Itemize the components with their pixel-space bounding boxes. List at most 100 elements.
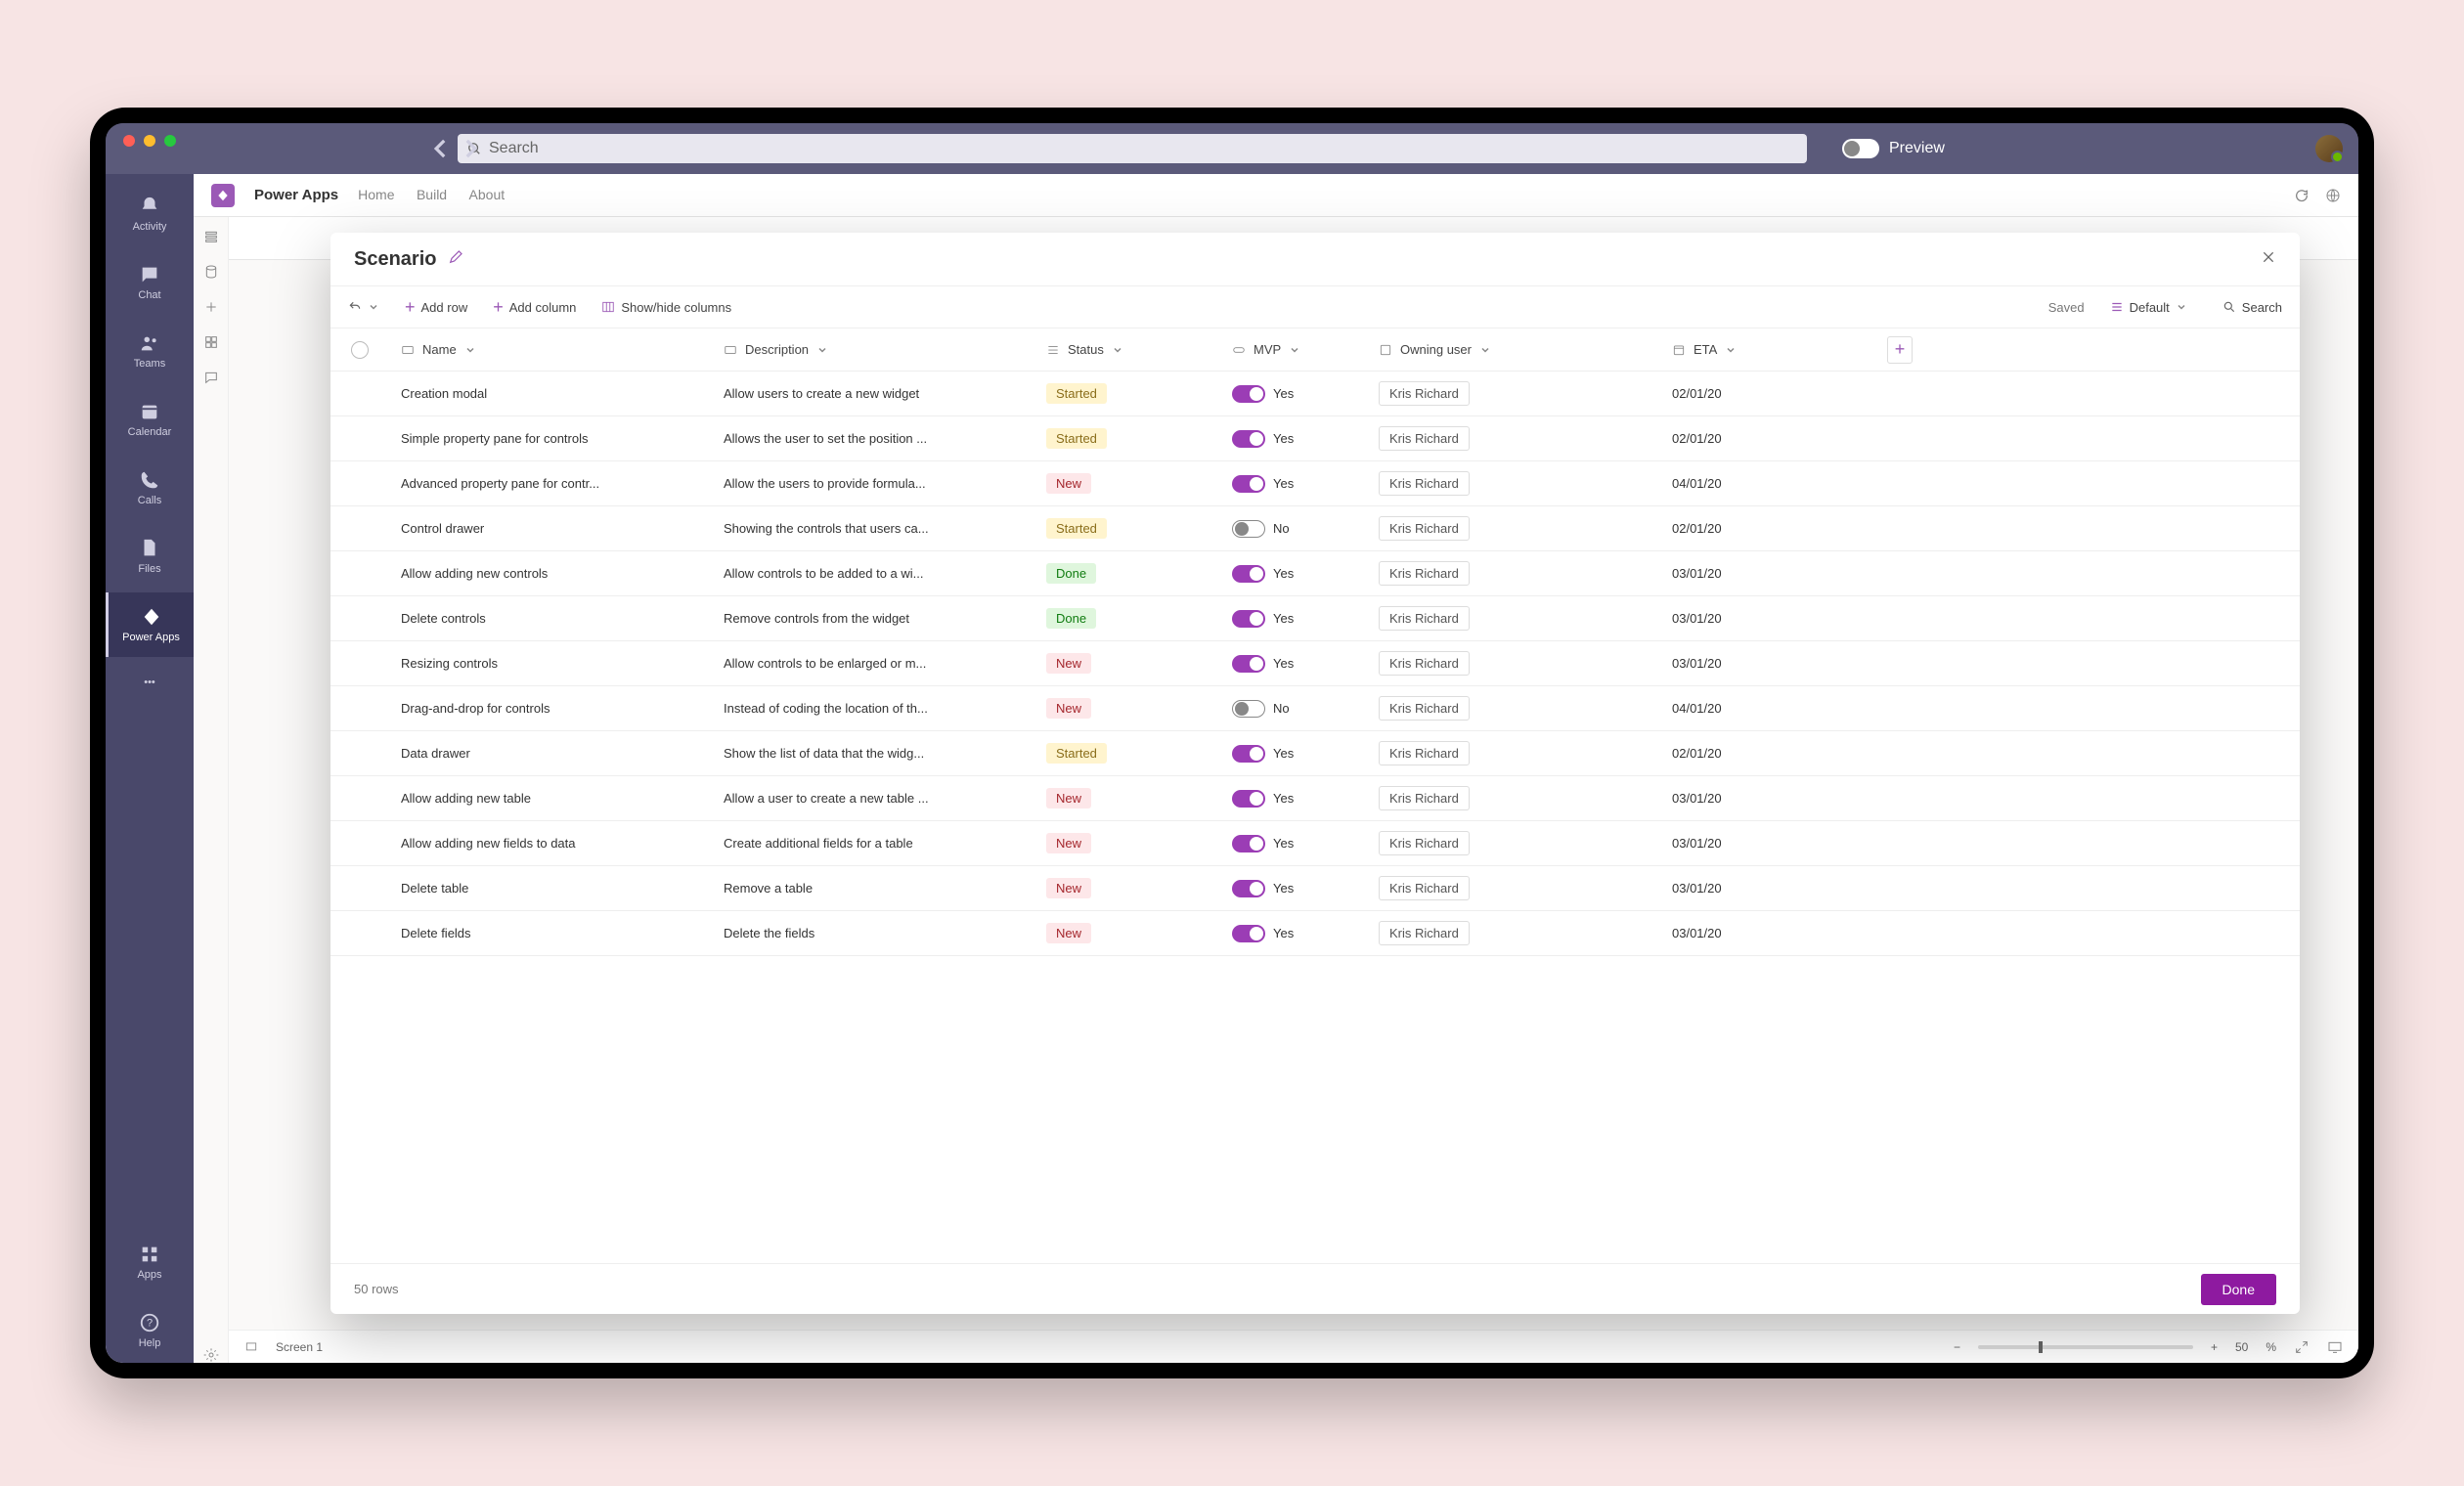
nav-about[interactable]: About	[469, 187, 506, 202]
cell-name[interactable]: Allow adding new fields to data	[389, 836, 712, 851]
user-chip[interactable]: Kris Richard	[1379, 651, 1470, 676]
show-hide-columns-button[interactable]: Show/hide columns	[592, 294, 741, 321]
cell-description[interactable]: Allow controls to be added to a wi...	[712, 566, 1034, 581]
user-chip[interactable]: Kris Richard	[1379, 471, 1470, 496]
cell-description[interactable]: Allow users to create a new widget	[712, 386, 1034, 401]
mvp-toggle[interactable]	[1232, 700, 1265, 718]
cell-description[interactable]: Show the list of data that the widg...	[712, 746, 1034, 761]
user-chip[interactable]: Kris Richard	[1379, 516, 1470, 541]
col-header-eta[interactable]: ETA	[1660, 342, 1875, 357]
cell-eta[interactable]: 02/01/20	[1660, 431, 1875, 446]
mvp-toggle[interactable]	[1232, 610, 1265, 628]
table-row[interactable]: Delete fieldsDelete the fieldsNewYesKris…	[330, 911, 2300, 956]
table-row[interactable]: Allow adding new fields to dataCreate ad…	[330, 821, 2300, 866]
monitor-icon[interactable]	[2327, 1339, 2343, 1355]
user-chip[interactable]: Kris Richard	[1379, 786, 1470, 810]
table-row[interactable]: Allow adding new tableAllow a user to cr…	[330, 776, 2300, 821]
user-chip[interactable]: Kris Richard	[1379, 921, 1470, 945]
tree-icon[interactable]	[203, 229, 219, 244]
select-all-checkbox[interactable]	[351, 341, 369, 359]
mvp-toggle[interactable]	[1232, 925, 1265, 942]
col-header-name[interactable]: Name	[389, 342, 712, 357]
mvp-toggle[interactable]	[1232, 880, 1265, 897]
rail-activity[interactable]: Activity	[106, 182, 194, 246]
user-avatar[interactable]	[2315, 135, 2343, 162]
table-row[interactable]: Simple property pane for controlsAllows …	[330, 416, 2300, 461]
user-chip[interactable]: Kris Richard	[1379, 561, 1470, 586]
minimize-window-icon[interactable]	[144, 135, 155, 147]
nav-forward-button[interactable]	[458, 136, 483, 161]
mvp-toggle[interactable]	[1232, 475, 1265, 493]
cell-description[interactable]: Allow a user to create a new table ...	[712, 791, 1034, 806]
cell-eta[interactable]: 03/01/20	[1660, 881, 1875, 896]
global-search-input[interactable]: Search	[458, 134, 1807, 163]
table-row[interactable]: Control drawerShowing the controls that …	[330, 506, 2300, 551]
rail-apps[interactable]: Apps	[106, 1230, 194, 1294]
rail-teams[interactable]: Teams	[106, 319, 194, 383]
table-row[interactable]: Resizing controlsAllow controls to be en…	[330, 641, 2300, 686]
mvp-toggle[interactable]	[1232, 520, 1265, 538]
user-chip[interactable]: Kris Richard	[1379, 876, 1470, 900]
zoom-slider[interactable]	[1978, 1345, 2193, 1349]
mvp-toggle[interactable]	[1232, 745, 1265, 763]
cell-description[interactable]: Delete the fields	[712, 926, 1034, 940]
cell-name[interactable]: Delete table	[389, 881, 712, 896]
cell-name[interactable]: Advanced property pane for contr...	[389, 476, 712, 491]
settings-icon[interactable]	[203, 1347, 219, 1363]
col-header-mvp[interactable]: MVP	[1220, 342, 1367, 357]
preview-toggle[interactable]	[1842, 139, 1879, 158]
mvp-toggle[interactable]	[1232, 565, 1265, 583]
chat-bubble-icon[interactable]	[203, 370, 219, 385]
cell-name[interactable]: Creation modal	[389, 386, 712, 401]
col-header-status[interactable]: Status	[1034, 342, 1220, 357]
cell-eta[interactable]: 03/01/20	[1660, 611, 1875, 626]
cell-name[interactable]: Allow adding new table	[389, 791, 712, 806]
table-row[interactable]: Creation modalAllow users to create a ne…	[330, 372, 2300, 416]
user-chip[interactable]: Kris Richard	[1379, 426, 1470, 451]
globe-icon[interactable]	[2325, 188, 2341, 203]
edit-title-button[interactable]	[448, 249, 463, 270]
status-badge[interactable]: New	[1046, 833, 1091, 853]
status-badge[interactable]: Started	[1046, 743, 1107, 764]
user-chip[interactable]: Kris Richard	[1379, 741, 1470, 765]
table-row[interactable]: Delete controlsRemove controls from the …	[330, 596, 2300, 641]
user-chip[interactable]: Kris Richard	[1379, 381, 1470, 406]
nav-home[interactable]: Home	[358, 187, 394, 202]
cell-eta[interactable]: 02/01/20	[1660, 521, 1875, 536]
add-row-button[interactable]: +Add row	[395, 291, 477, 324]
screen-name[interactable]: Screen 1	[276, 1340, 323, 1354]
mvp-toggle[interactable]	[1232, 385, 1265, 403]
nav-build[interactable]: Build	[417, 187, 447, 202]
cell-eta[interactable]: 02/01/20	[1660, 386, 1875, 401]
rail-calls[interactable]: Calls	[106, 456, 194, 520]
close-window-icon[interactable]	[123, 135, 135, 147]
undo-button[interactable]	[338, 294, 389, 320]
status-badge[interactable]: Done	[1046, 608, 1096, 629]
status-badge[interactable]: New	[1046, 923, 1091, 943]
zoom-out-button[interactable]: −	[1954, 1340, 1960, 1354]
status-badge[interactable]: Started	[1046, 518, 1107, 539]
done-button[interactable]: Done	[2201, 1274, 2276, 1305]
cell-eta[interactable]: 04/01/20	[1660, 476, 1875, 491]
cell-name[interactable]: Allow adding new controls	[389, 566, 712, 581]
maximize-window-icon[interactable]	[164, 135, 176, 147]
cell-name[interactable]: Delete fields	[389, 926, 712, 940]
mvp-toggle[interactable]	[1232, 655, 1265, 673]
status-badge[interactable]: Done	[1046, 563, 1096, 584]
col-header-description[interactable]: Description	[712, 342, 1034, 357]
col-header-owning-user[interactable]: Owning user	[1367, 342, 1660, 357]
rail-power-apps[interactable]: Power Apps	[106, 592, 194, 657]
status-badge[interactable]: New	[1046, 653, 1091, 674]
refresh-icon[interactable]	[2294, 188, 2310, 203]
cell-eta[interactable]: 03/01/20	[1660, 791, 1875, 806]
zoom-in-button[interactable]: +	[2211, 1340, 2218, 1354]
add-column-plus-button[interactable]: +	[1887, 336, 1913, 364]
status-badge[interactable]: New	[1046, 788, 1091, 809]
cell-description[interactable]: Create additional fields for a table	[712, 836, 1034, 851]
view-selector[interactable]: Default	[2100, 294, 2197, 321]
cell-description[interactable]: Remove controls from the widget	[712, 611, 1034, 626]
cell-eta[interactable]: 04/01/20	[1660, 701, 1875, 716]
table-row[interactable]: Drag-and-drop for controlsInstead of cod…	[330, 686, 2300, 731]
status-badge[interactable]: New	[1046, 473, 1091, 494]
rail-more-button[interactable]: •••	[106, 661, 194, 704]
